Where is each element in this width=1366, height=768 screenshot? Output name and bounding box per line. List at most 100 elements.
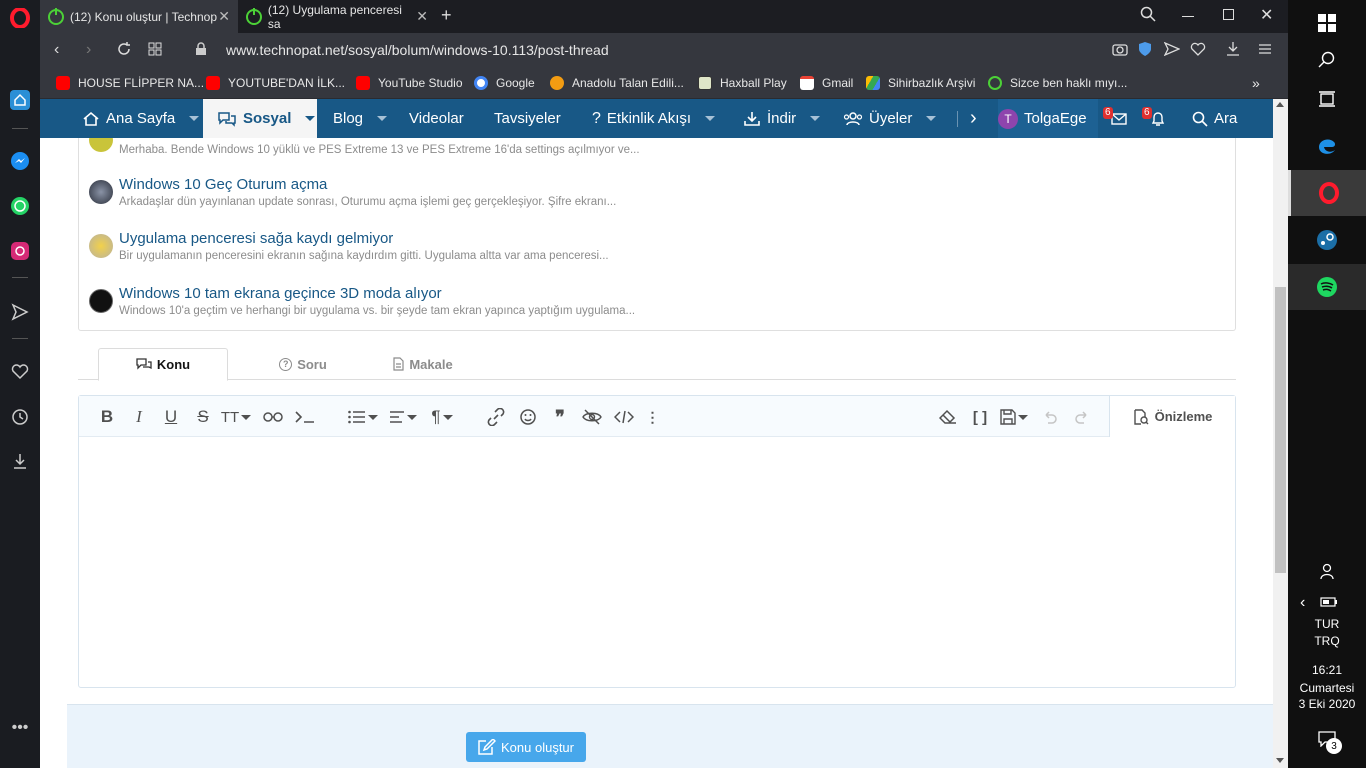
preview-button[interactable]: Önizleme — [1109, 396, 1235, 437]
bookmark-item[interactable]: Sizce ben haklı mıyı... — [988, 67, 1127, 99]
easy-setup-icon[interactable] — [1258, 42, 1272, 59]
thread-title[interactable]: Uygulama penceresi sağa kaydı gelmiyor — [119, 230, 393, 247]
minimize-button[interactable] — [1182, 16, 1194, 17]
url-field[interactable]: www.technopat.net/sosyal/bolum/windows-1… — [226, 42, 609, 58]
bookmarks-overflow-button[interactable]: » — [1252, 67, 1260, 99]
task-view-button[interactable] — [1288, 76, 1366, 122]
speed-dial-grid-icon[interactable] — [148, 42, 162, 59]
more-options-icon[interactable]: ⋮ — [645, 406, 660, 428]
link-button[interactable] — [485, 406, 507, 428]
bold-button[interactable]: B — [97, 406, 117, 428]
opera-taskbar-item[interactable] — [1288, 170, 1366, 216]
spoiler-button[interactable] — [261, 406, 285, 428]
new-tab-button[interactable]: + — [441, 5, 452, 26]
chevron-down-icon[interactable] — [926, 116, 937, 121]
bookmark-item[interactable]: Gmail — [800, 67, 853, 99]
lock-icon[interactable] — [195, 42, 207, 59]
nav-item-recommendations[interactable]: Tavsiyeler — [494, 99, 561, 138]
chevron-down-icon[interactable] — [305, 116, 316, 121]
messenger-icon[interactable] — [8, 149, 32, 173]
scrollbar-thumb[interactable] — [1275, 287, 1286, 573]
bookmark-heart-icon[interactable] — [1190, 42, 1206, 59]
bookmark-item[interactable]: Sihirbazlık Arşivi — [866, 67, 975, 99]
create-thread-button[interactable]: Konu oluştur — [466, 732, 586, 762]
close-tab-icon[interactable]: ✕ — [218, 8, 230, 25]
user-menu[interactable]: T TolgaEge — [998, 99, 1098, 138]
redo-button[interactable] — [1071, 406, 1093, 428]
reload-icon[interactable] — [116, 41, 132, 60]
chevron-down-icon[interactable] — [810, 116, 821, 121]
quote-button[interactable]: ❞ — [549, 406, 571, 428]
send-icon[interactable] — [8, 300, 32, 324]
opera-logo-icon[interactable] — [8, 6, 32, 30]
drafts-dropdown[interactable] — [999, 406, 1029, 428]
history-clock-icon[interactable] — [8, 405, 32, 429]
list-item[interactable]: Windows 10 Geç Oturum açma Arkadaşlar dü… — [89, 176, 1229, 216]
italic-button[interactable]: I — [129, 406, 149, 428]
browser-tab[interactable]: (12) Konu oluştur | Technop ✕ — [40, 0, 238, 33]
bookmark-item[interactable]: Anadolu Talan Edili... — [550, 67, 684, 99]
code-block-button[interactable] — [613, 406, 635, 428]
emoji-button[interactable] — [517, 406, 539, 428]
page-scrollbar[interactable] — [1273, 99, 1288, 768]
nav-item-activity[interactable]: ? Etkinlik Akışı — [592, 99, 716, 138]
scroll-up-icon[interactable] — [1276, 102, 1284, 107]
bookmark-item[interactable]: YouTube Studio — [356, 67, 463, 99]
text-size-dropdown[interactable]: TT — [219, 406, 253, 428]
thread-title[interactable]: Windows 10 Geç Oturum açma — [119, 176, 327, 193]
forward-icon[interactable]: › — [86, 41, 91, 59]
clock-time[interactable]: 16:21 — [1288, 663, 1366, 677]
nav-item-home[interactable]: Ana Sayfa — [82, 99, 200, 138]
input-language[interactable]: TUR — [1288, 617, 1366, 631]
chevron-down-icon[interactable] — [189, 116, 200, 121]
more-icon[interactable]: ••• — [8, 716, 32, 740]
send-page-icon[interactable] — [1163, 41, 1181, 59]
nav-item-videos[interactable]: Videolar — [409, 99, 464, 138]
hide-content-button[interactable] — [581, 406, 603, 428]
strikethrough-button[interactable]: S — [193, 406, 213, 428]
search-tabs-icon[interactable] — [1140, 6, 1156, 25]
download-icon[interactable] — [1226, 41, 1240, 60]
remove-formatting-button[interactable] — [937, 406, 959, 428]
inbox-button[interactable]: 6 — [1103, 99, 1134, 138]
instagram-icon[interactable] — [8, 239, 32, 263]
list-item[interactable]: Uygulama penceresi sağa kaydı gelmiyor B… — [89, 230, 1229, 270]
edge-taskbar-item[interactable] — [1288, 123, 1366, 169]
spotify-taskbar-item[interactable] — [1288, 264, 1366, 310]
alerts-button[interactable]: 6 — [1142, 99, 1173, 138]
steam-taskbar-item[interactable] — [1288, 217, 1366, 263]
paragraph-dropdown[interactable]: ¶ — [427, 406, 457, 428]
restore-button[interactable] — [1223, 9, 1234, 20]
browser-tab[interactable]: (12) Uygulama penceresi sa ✕ — [238, 0, 436, 33]
bookmark-item[interactable]: Haxball Play — [698, 67, 787, 99]
close-window-button[interactable]: ✕ — [1260, 5, 1273, 25]
code-inline-button[interactable] — [293, 406, 317, 428]
tab-discussion[interactable]: Konu — [98, 348, 228, 381]
align-dropdown[interactable] — [387, 406, 419, 428]
show-hidden-icons-button[interactable]: ‹ — [1300, 594, 1305, 612]
snapshot-icon[interactable] — [1112, 42, 1128, 59]
underline-button[interactable]: U — [161, 406, 181, 428]
bookmark-item[interactable]: HOUSE FLİPPER NA... — [56, 67, 204, 99]
thread-title[interactable]: Windows 10 tam ekrana geçince 3D moda al… — [119, 285, 442, 302]
chevron-down-icon[interactable] — [377, 116, 388, 121]
whatsapp-icon[interactable] — [8, 194, 32, 218]
tab-article[interactable]: Makale — [378, 348, 468, 380]
tab-question[interactable]: ? Soru — [258, 348, 348, 380]
close-tab-icon[interactable]: ✕ — [416, 8, 428, 25]
bookmark-item[interactable]: YOUTUBE'DAN İLK... — [206, 67, 345, 99]
nav-item-download[interactable]: İndir — [743, 99, 821, 138]
search-button[interactable]: Ara — [1192, 99, 1237, 138]
undo-button[interactable] — [1039, 406, 1061, 428]
adblock-shield-icon[interactable] — [1138, 41, 1152, 60]
people-button[interactable] — [1288, 548, 1366, 594]
back-icon[interactable]: ‹ — [54, 41, 59, 59]
nav-scroll-right-icon[interactable]: › — [970, 99, 977, 138]
clock-day[interactable]: Cumartesi — [1288, 681, 1366, 695]
message-textarea[interactable] — [79, 437, 1235, 687]
chevron-down-icon[interactable] — [705, 116, 716, 121]
nav-item-members[interactable]: Üyeler — [843, 99, 937, 138]
scroll-down-icon[interactable] — [1276, 758, 1284, 763]
heart-icon[interactable] — [8, 360, 32, 384]
clock-date[interactable]: 3 Eki 2020 — [1288, 697, 1366, 711]
